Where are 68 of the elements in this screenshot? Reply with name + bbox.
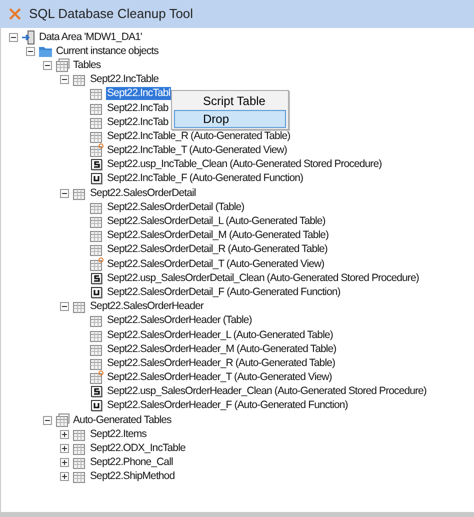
tree-item[interactable]: Sept22.usp_SalesOrderHeader_Clean (Auto-Generated Stored Procedure) [106,385,428,398]
tree-item[interactable]: Sept22.Items [89,428,148,441]
tree-item[interactable]: Sept22.IncTab [106,116,170,129]
table-icon [89,313,104,328]
menu-item[interactable]: Drop [174,110,286,128]
expand-icon[interactable] [60,444,69,454]
tree-item[interactable]: Sept22.SalesOrderHeader [89,300,204,314]
table-icon [72,299,87,314]
tree-item[interactable]: Sept22.IncTable_F (Auto-Generated Function) [106,172,304,186]
tree-item[interactable]: Sept22.SalesOrderDetail_R (Auto-Generated Table) [106,243,328,256]
tree-item[interactable]: Sept22.SalesOrderHeader (Table) [106,314,253,328]
tree-item[interactable]: Data Area 'MDW1_DA1' [38,30,143,44]
procedure-icon [89,270,104,286]
cross-icon [9,8,21,20]
tree-item[interactable]: Sept22.IncTabl [106,87,172,100]
tree-item[interactable]: Sept22.SalesOrderHeader_L (Auto-Generated Table) [106,328,334,342]
procedure-icon [89,384,104,400]
table-icon [89,228,104,244]
function-icon [89,284,104,300]
tree-item[interactable]: Sept22.SalesOrderHeader_R (Auto-Generated Table) [106,356,336,370]
table-icon [72,455,87,470]
table-icon [72,441,87,456]
tree-item[interactable]: Sept22.usp_SalesOrderDetail_Clean (Auto-Generated Stored Procedure) [106,272,420,285]
tree-item[interactable]: Sept22.SalesOrderDetail_F (Auto-Generated Function) [106,286,342,299]
tree-item[interactable]: Sept22.IncTable_R (Auto-Generated Table) [106,130,292,143]
collapse-icon[interactable] [43,60,52,70]
window-title: SQL Database Cleanup Tool [29,5,194,24]
tree-item[interactable]: Current instance objects [55,44,160,58]
tree-item[interactable]: Sept22.Phone_Call [89,456,174,470]
tree-item[interactable]: Sept22.IncTab [106,102,170,115]
tree-item[interactable]: Sept22.SalesOrderDetail_L (Auto-Generated Table) [106,215,326,228]
tree-item[interactable]: Sept22.SalesOrderDetail_T (Auto-Generated View) [106,258,326,271]
expand-icon[interactable] [60,472,69,482]
tree-item[interactable]: Tables [72,58,102,72]
expand-icon[interactable] [60,458,69,468]
collapse-icon[interactable] [26,46,35,56]
expand-icon[interactable] [60,430,69,439]
collapse-icon[interactable] [43,416,52,425]
tree-item[interactable]: Auto-Generated Tables [72,414,172,427]
tree-item[interactable]: Sept22.ODX_IncTable [89,442,186,456]
table-icon [72,72,87,88]
collapse-icon[interactable] [60,302,69,312]
table-icon [72,469,87,484]
tree-item[interactable]: Sept22.usp_IncTable_Clean (Auto-Generated Stored Procedure) [106,158,383,172]
collapse-icon[interactable] [60,75,69,84]
view-icon [89,256,104,272]
tree-item[interactable]: Sept22.IncTable [89,73,160,86]
view-icon [89,143,104,158]
tree-item[interactable]: Sept22.SalesOrderDetail_M (Auto-Generated Table) [106,229,330,242]
tables-icon [55,412,70,428]
tree-item[interactable]: Sept22.SalesOrderDetail [89,186,197,200]
table-icon [89,214,104,230]
table-icon [89,242,104,258]
function-icon [89,398,104,414]
tree-item[interactable]: Sept22.SalesOrderHeader_F (Auto-Generated Function) [106,399,349,412]
function-icon [89,171,104,186]
tree-item[interactable]: Sept22.SalesOrderHeader_T (Auto-Generated View) [106,371,333,384]
tree-item[interactable]: Sept22.SalesOrderHeader_M (Auto-Generated Table) [106,342,338,356]
tables-icon [55,58,70,73]
view-icon [89,370,104,386]
procedure-icon [89,157,104,172]
collapse-icon[interactable] [60,188,69,198]
menu-item[interactable]: Script Table [174,92,286,110]
tree-item[interactable]: Sept22.SalesOrderDetail (Table) [106,200,246,214]
tree-item[interactable]: Sept22.IncTable_T (Auto-Generated View) [106,144,288,158]
collapse-icon[interactable] [9,32,18,42]
tree-item[interactable]: Sept22.ShipMethod [89,470,176,484]
table-icon [89,86,104,102]
